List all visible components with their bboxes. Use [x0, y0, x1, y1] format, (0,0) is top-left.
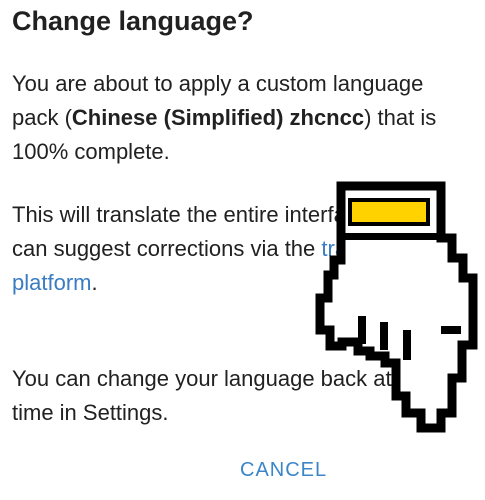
change-language-dialog: Change language? You are about to apply … — [0, 0, 485, 500]
pointing-hand-icon — [315, 181, 478, 433]
